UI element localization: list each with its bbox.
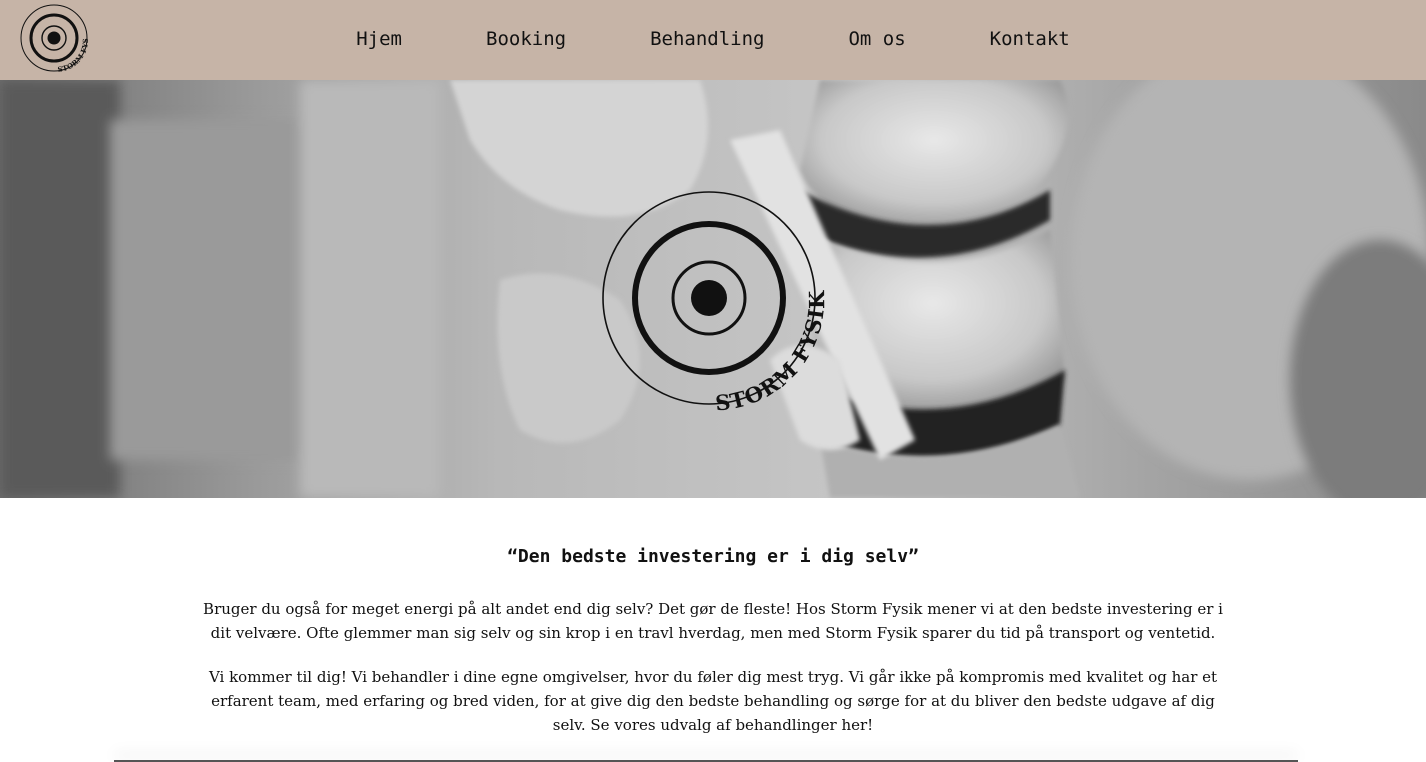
intro-section: “Den bedste investering er i dig selv” B… bbox=[0, 498, 1426, 762]
tagline: “Den bedste investering er i dig selv” bbox=[507, 546, 919, 567]
nav-item-booking[interactable]: Booking bbox=[486, 28, 566, 50]
nav-item-behandling[interactable]: Behandling bbox=[650, 28, 764, 50]
nav-item-om-os[interactable]: Om os bbox=[848, 28, 905, 50]
storm-fysik-hero-logo-icon: STORM FYSIK bbox=[602, 191, 829, 416]
hero-banner: STORM FYSIK bbox=[0, 80, 1426, 498]
main-nav: Hjem Booking Behandling Om os Kontakt bbox=[0, 0, 1426, 80]
intro-paragraph-1: Bruger du også for meget energi på alt a… bbox=[203, 600, 1223, 642]
intro-paragraph-2: Vi kommer til dig! Vi behandler i dine e… bbox=[208, 668, 1218, 734]
page: STORM FYSIK Hjem Booking Behandling Om o… bbox=[0, 0, 1426, 762]
hero-logo-text: STORM FYSIK bbox=[714, 290, 828, 416]
nav-item-kontakt[interactable]: Kontakt bbox=[990, 28, 1070, 50]
hero-logo: STORM FYSIK bbox=[596, 184, 832, 420]
svg-text:STORM FYSIK: STORM FYSIK bbox=[714, 290, 829, 416]
navbar: STORM FYSIK Hjem Booking Behandling Om o… bbox=[0, 0, 1426, 80]
nav-item-hjem[interactable]: Hjem bbox=[356, 28, 402, 50]
